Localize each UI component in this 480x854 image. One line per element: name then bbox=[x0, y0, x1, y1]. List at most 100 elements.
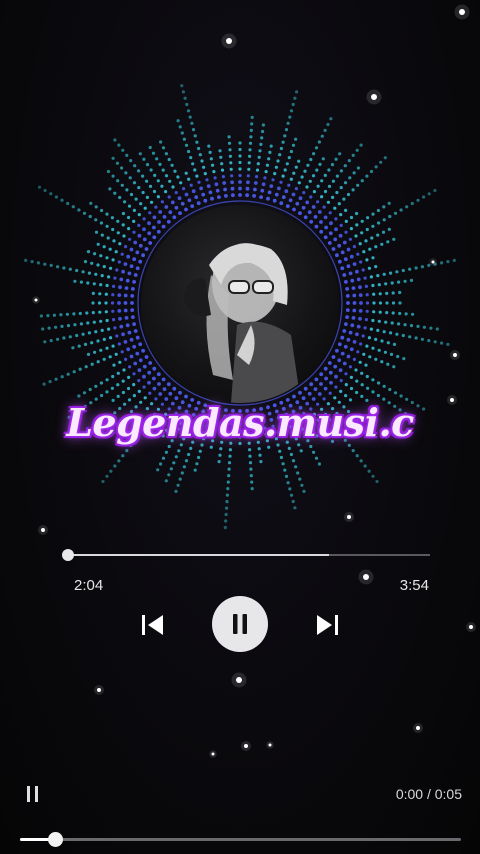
visualizer-dot bbox=[312, 152, 316, 156]
visualizer-dot bbox=[156, 179, 160, 183]
visualizer-dot bbox=[121, 379, 125, 383]
visualizer-dot bbox=[287, 156, 291, 160]
visualizer-dot bbox=[344, 280, 348, 284]
visualizer-dot bbox=[124, 171, 128, 175]
visualizer-dot bbox=[249, 135, 253, 139]
visualizer-dot bbox=[66, 372, 70, 376]
visualizer-dot bbox=[364, 318, 368, 322]
visualizer-dot bbox=[126, 386, 131, 391]
visualizer-dot bbox=[82, 211, 87, 215]
visualizer-dot bbox=[138, 342, 143, 347]
visualizer-dot bbox=[399, 394, 403, 398]
visualizer-dot bbox=[184, 171, 188, 175]
visualizer-dot bbox=[174, 191, 178, 195]
visualizer-dot bbox=[113, 276, 117, 280]
visualizer-dot bbox=[358, 316, 362, 321]
visualizer-dot bbox=[440, 261, 444, 265]
visualizer-dot bbox=[54, 377, 58, 381]
visualizer-dot bbox=[380, 360, 384, 364]
visualizer-dot bbox=[99, 381, 103, 385]
visualizer-dot bbox=[363, 326, 367, 330]
visualizer-dot bbox=[178, 477, 182, 481]
visualizer-dot bbox=[54, 195, 59, 199]
visualizer-dot bbox=[170, 200, 175, 205]
visualizer-dot bbox=[164, 479, 168, 483]
skip-next-icon bbox=[317, 615, 338, 635]
visualizer-dot bbox=[248, 461, 253, 465]
visualizer-dot bbox=[366, 216, 370, 220]
visualizer-dot bbox=[298, 211, 302, 216]
visualizer-dot bbox=[178, 125, 182, 129]
visualizer-dot bbox=[113, 464, 117, 468]
visualizer-dot bbox=[227, 135, 231, 139]
visualizer-dot bbox=[416, 198, 420, 202]
visualizer-dot bbox=[369, 327, 373, 331]
visualizer-dot bbox=[166, 382, 171, 387]
visualizer-dot bbox=[345, 308, 350, 312]
visualizer-dot bbox=[132, 322, 137, 326]
visualizer-dot bbox=[283, 468, 287, 472]
visualizer-dot bbox=[238, 154, 242, 158]
visualizer-dot bbox=[224, 519, 228, 523]
seek-thumb[interactable] bbox=[62, 549, 74, 561]
seek-bar[interactable] bbox=[62, 549, 430, 561]
visualizer-dot bbox=[359, 459, 363, 463]
visualizer-dot bbox=[333, 206, 337, 210]
visualizer-dot bbox=[156, 195, 160, 199]
video-progress-track[interactable] bbox=[20, 838, 461, 841]
visualizer-dot bbox=[148, 145, 152, 150]
visualizer-dot bbox=[340, 250, 345, 255]
visualizer-dot bbox=[172, 215, 177, 220]
visualizer-dot bbox=[71, 346, 75, 350]
visualizer-dot bbox=[102, 357, 106, 361]
previous-button[interactable] bbox=[136, 608, 170, 642]
visualizer-dot bbox=[337, 342, 342, 347]
visualizer-dot bbox=[164, 174, 169, 178]
visualizer-dot bbox=[141, 348, 146, 353]
visualizer-dot bbox=[427, 339, 431, 343]
visualizer-dot bbox=[108, 187, 112, 191]
video-progress-thumb[interactable] bbox=[48, 832, 64, 847]
visualizer-dot bbox=[249, 474, 253, 478]
play-pause-button[interactable] bbox=[212, 596, 268, 652]
visualizer-dot bbox=[284, 189, 289, 194]
visualizer-dot bbox=[113, 326, 117, 330]
visualizer-dot bbox=[309, 157, 313, 162]
visualizer-dot bbox=[194, 195, 199, 200]
artist-photo bbox=[183, 243, 301, 403]
visualizer-dot bbox=[247, 161, 251, 165]
video-play-pause-button[interactable] bbox=[24, 784, 44, 804]
visualizer-dot bbox=[207, 144, 211, 148]
visualizer-dot bbox=[112, 284, 116, 288]
visualizer-dot bbox=[86, 321, 90, 325]
visualizer-dot bbox=[142, 217, 146, 221]
visualizer-dot bbox=[313, 215, 318, 219]
visualizer-dot bbox=[110, 216, 114, 220]
visualizer-dot bbox=[176, 175, 180, 179]
next-button[interactable] bbox=[310, 608, 344, 642]
visualizer-dot bbox=[107, 275, 111, 279]
visualizer-dot bbox=[367, 336, 371, 340]
visualizer-dot bbox=[376, 393, 380, 398]
visualizer-dot bbox=[124, 316, 129, 320]
visualizer-dot bbox=[340, 266, 345, 271]
visualizer-dot bbox=[344, 394, 348, 398]
visualizer-dot bbox=[408, 267, 412, 271]
visualizer-dot bbox=[105, 283, 109, 288]
video-time: 0:00 / 0:05 bbox=[395, 786, 462, 802]
visualizer-dot bbox=[378, 292, 382, 296]
visualizer-dot bbox=[137, 368, 142, 373]
skip-previous-icon bbox=[142, 615, 163, 635]
visualizer-dot bbox=[388, 387, 392, 392]
visualizer-dot bbox=[59, 313, 63, 317]
visualizer-dot bbox=[137, 186, 141, 190]
visualizer-dot bbox=[248, 141, 253, 145]
visualizer-dot bbox=[238, 141, 242, 145]
visualizer-dot bbox=[408, 335, 412, 339]
visualizer-dot bbox=[343, 257, 348, 262]
visualizer-dot bbox=[99, 221, 103, 225]
visualizer-dot bbox=[377, 221, 381, 225]
visualizer-dot bbox=[125, 323, 130, 328]
visualizer-dot bbox=[343, 164, 347, 168]
visualizer-dot bbox=[284, 128, 289, 132]
